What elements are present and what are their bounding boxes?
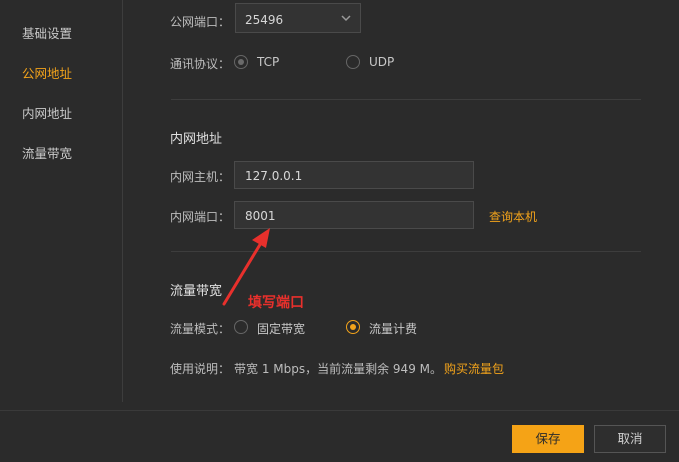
sidebar: 基础设置 公网地址 内网地址 流量带宽 (0, 0, 123, 402)
usage-label: 使用说明： (170, 362, 231, 376)
public-port-select[interactable]: 25496 (235, 3, 361, 33)
intranet-host-label: 内网主机： (170, 170, 231, 184)
usage-text: 带宽 1 Mbps，当前流量剩余 949 M。 (234, 362, 442, 376)
intranet-port-value: 8001 (245, 209, 276, 223)
fixed-bandwidth-radio[interactable] (234, 320, 248, 334)
protocol-udp-radio[interactable] (346, 55, 360, 69)
bandwidth-section-title: 流量带宽 (170, 284, 223, 299)
divider (171, 99, 641, 100)
intranet-section-title: 内网地址 (170, 132, 223, 147)
protocol-udp-label[interactable]: UDP (369, 55, 394, 69)
traffic-mode-label: 流量模式： (170, 322, 231, 336)
protocol-tcp-label[interactable]: TCP (257, 55, 279, 69)
intranet-host-value: 127.0.0.1 (245, 169, 303, 183)
protocol-label: 通讯协议： (170, 57, 231, 71)
save-button[interactable]: 保存 (512, 425, 584, 453)
footer-divider (0, 410, 679, 411)
sidebar-item-bandwidth[interactable]: 流量带宽 (22, 143, 72, 162)
settings-panel: 公网端口： 25496 通讯协议： TCP UDP 内网地址 内网主机： 127… (123, 0, 679, 410)
sidebar-item-intranet-address[interactable]: 内网地址 (22, 103, 72, 122)
sidebar-item-basic-settings[interactable]: 基础设置 (22, 23, 72, 42)
protocol-tcp-radio[interactable] (234, 55, 248, 69)
public-port-label: 公网端口： (170, 15, 231, 29)
cancel-button[interactable]: 取消 (594, 425, 666, 453)
sidebar-item-public-address[interactable]: 公网地址 (22, 63, 72, 82)
intranet-host-input[interactable]: 127.0.0.1 (234, 161, 474, 189)
annotation-label: 填写端口 (248, 295, 304, 311)
buy-traffic-link[interactable]: 购买流量包 (444, 360, 504, 377)
public-port-value: 25496 (245, 13, 284, 27)
metered-billing-radio[interactable] (346, 320, 360, 334)
fixed-bandwidth-label[interactable]: 固定带宽 (257, 320, 305, 337)
chevron-down-icon (341, 15, 351, 22)
query-local-link[interactable]: 查询本机 (489, 208, 537, 225)
metered-billing-label[interactable]: 流量计费 (369, 320, 417, 337)
